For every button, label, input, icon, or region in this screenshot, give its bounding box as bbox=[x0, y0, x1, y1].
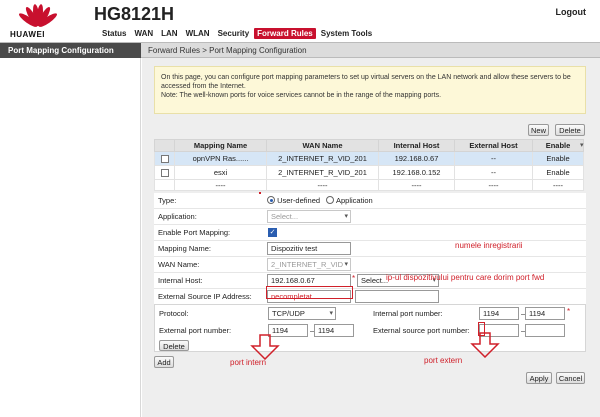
required-mark: * bbox=[567, 307, 571, 316]
row-type: Type: User-defined Application bbox=[154, 193, 586, 209]
cell-internal-host: 192.168.0.152 bbox=[378, 165, 455, 180]
brand-logo-text: HUAWEI bbox=[10, 30, 45, 39]
sub-bar: Port Mapping Configuration Forward Rules… bbox=[0, 42, 600, 58]
type-application-label: Application bbox=[335, 196, 373, 205]
nav-system-tools[interactable]: System Tools bbox=[318, 28, 375, 39]
row-external-source-ip: External Source IP Address: necompletat bbox=[154, 289, 586, 305]
type-user-defined-radio[interactable] bbox=[267, 196, 275, 204]
application-label: Application: bbox=[158, 212, 197, 221]
col-header-external-host: External Host bbox=[454, 139, 533, 152]
new-button[interactable]: New bbox=[528, 124, 549, 136]
row-enable: Enable Port Mapping: ✓ bbox=[154, 225, 586, 241]
row-checkbox[interactable] bbox=[160, 155, 169, 163]
internal-port-to-input[interactable]: 1194 bbox=[525, 307, 565, 320]
main-nav: Status WAN LAN WLAN Security Forward Rul… bbox=[99, 28, 375, 39]
info-note: On this page, you can configure port map… bbox=[154, 66, 586, 114]
arrow-down-icon bbox=[250, 334, 280, 360]
cell-dash: ---- bbox=[532, 179, 584, 191]
type-user-defined-label: User-defined bbox=[277, 196, 321, 205]
external-source-ip-end-input[interactable] bbox=[355, 290, 439, 303]
annotation-port-extern: port extern bbox=[424, 356, 463, 365]
top-header: HUAWEI HG8121H Logout Status WAN LAN WLA… bbox=[0, 0, 600, 42]
application-select[interactable]: Select... bbox=[267, 210, 351, 223]
port-settings-box: Protocol: TCP/UDP Internal port number: … bbox=[154, 304, 586, 352]
cell-mapping-name: esxi bbox=[174, 165, 267, 180]
cell-wan-name: 2_INTERNET_R_VID_201 bbox=[266, 151, 379, 166]
nav-status[interactable]: Status bbox=[99, 28, 129, 39]
col-header-internal-host: Internal Host bbox=[378, 139, 455, 152]
protocol-select[interactable]: TCP/UDP bbox=[268, 307, 336, 320]
cell-internal-host: 192.168.0.67 bbox=[378, 151, 455, 166]
type-application-radio[interactable] bbox=[326, 196, 335, 204]
cell-dash bbox=[154, 179, 175, 191]
protocol-label: Protocol: bbox=[159, 309, 189, 318]
external-port-to-input[interactable]: 1194 bbox=[314, 324, 354, 337]
external-port-label: External port number: bbox=[159, 326, 232, 335]
cell-external-host: -- bbox=[454, 151, 533, 166]
note-line-2: Note: The well-known ports for voice ser… bbox=[161, 91, 442, 99]
annotation-port-intern: port intern bbox=[230, 358, 267, 367]
mapping-name-label: Mapping Name: bbox=[158, 244, 211, 253]
logout-link[interactable]: Logout bbox=[556, 7, 587, 17]
col-header-wan-name: WAN Name bbox=[266, 139, 379, 152]
nav-security[interactable]: Security bbox=[215, 28, 253, 39]
table-header-row: Mapping Name WAN Name Internal Host Exte… bbox=[154, 139, 586, 152]
port-mapping-table: Mapping Name WAN Name Internal Host Exte… bbox=[154, 139, 586, 191]
annotation-mapping-name: numele inregistrarii bbox=[455, 241, 523, 250]
internal-port-label: Internal port number: bbox=[373, 309, 443, 318]
nav-forward-rules[interactable]: Forward Rules bbox=[254, 28, 316, 39]
external-source-port-to-input[interactable] bbox=[525, 324, 565, 337]
row-application: Application: Select... bbox=[154, 209, 586, 225]
nav-lan[interactable]: LAN bbox=[158, 28, 180, 39]
breadcrumb: Forward Rules > Port Mapping Configurati… bbox=[148, 46, 307, 55]
nav-wan[interactable]: WAN bbox=[131, 28, 156, 39]
mapping-name-input[interactable]: Dispozitiv test bbox=[267, 242, 351, 255]
row-wan-name: WAN Name: 2_INTERNET_R_VID bbox=[154, 257, 586, 273]
enable-port-mapping-checkbox[interactable]: ✓ bbox=[268, 228, 277, 237]
table-row-placeholder: ---- ---- ---- ---- ---- bbox=[154, 179, 586, 191]
cell-dash: ---- bbox=[266, 179, 379, 191]
col-header-mapping-name: Mapping Name bbox=[174, 139, 267, 152]
col-header-select bbox=[154, 139, 175, 152]
left-sidebar bbox=[0, 58, 141, 417]
external-source-port-label: External source port number: bbox=[373, 326, 470, 335]
cell-external-host: -- bbox=[454, 165, 533, 180]
cell-dash: ---- bbox=[378, 179, 455, 191]
annotation-internal-host: ip-ul dispozitivului pentru care dorim p… bbox=[386, 273, 545, 282]
table-row[interactable]: esxi 2_INTERNET_R_VID_201 192.168.0.152 … bbox=[154, 165, 586, 180]
wan-name-select[interactable]: 2_INTERNET_R_VID bbox=[267, 258, 351, 271]
annotation-marker bbox=[259, 192, 261, 194]
internal-port-from-input[interactable]: 1194 bbox=[479, 307, 519, 320]
external-source-ip-label: External Source IP Address: bbox=[158, 292, 252, 301]
cell-dash: ---- bbox=[174, 179, 267, 191]
delete-port-button[interactable]: Delete bbox=[159, 340, 189, 351]
device-model-title: HG8121H bbox=[94, 4, 175, 24]
internal-host-label: Internal Host: bbox=[158, 276, 203, 285]
wan-name-label: WAN Name: bbox=[158, 260, 200, 269]
apply-button[interactable]: Apply bbox=[526, 372, 552, 384]
cell-wan-name: 2_INTERNET_R_VID_201 bbox=[266, 165, 379, 180]
left-menu-item-port-mapping[interactable]: Port Mapping Configuration bbox=[0, 43, 141, 58]
annotation-external-ip-box bbox=[266, 286, 353, 299]
cell-mapping-name: opnVPN Ras...... bbox=[174, 151, 267, 166]
type-label: Type: bbox=[158, 196, 177, 205]
table-row[interactable]: opnVPN Ras...... 2_INTERNET_R_VID_201 19… bbox=[154, 151, 586, 166]
cancel-button[interactable]: Cancel bbox=[556, 372, 585, 384]
note-line-1: On this page, you can configure port map… bbox=[161, 74, 571, 90]
col-header-enable: Enable bbox=[532, 139, 584, 152]
enable-port-mapping-label: Enable Port Mapping: bbox=[158, 228, 231, 237]
cell-enable: Enable bbox=[532, 165, 584, 180]
add-button[interactable]: Add bbox=[154, 356, 174, 368]
cell-dash: ---- bbox=[454, 179, 533, 191]
required-mark: * bbox=[352, 274, 356, 283]
delete-selected-button[interactable]: Delete bbox=[555, 124, 585, 136]
cell-enable: Enable bbox=[532, 151, 584, 166]
nav-wlan[interactable]: WLAN bbox=[183, 28, 213, 39]
arrow-down-icon bbox=[470, 332, 500, 358]
row-checkbox[interactable] bbox=[160, 169, 169, 177]
